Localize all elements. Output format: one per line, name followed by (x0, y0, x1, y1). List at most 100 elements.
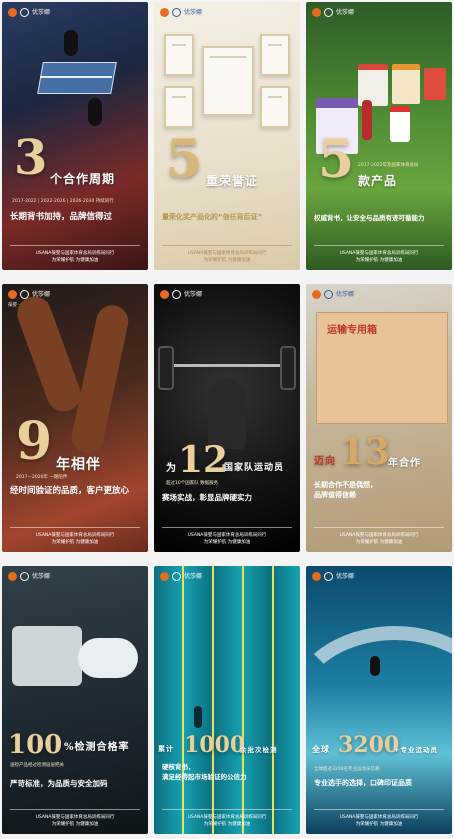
runner-leg (12, 291, 86, 417)
brand-name: 优莎娜 (184, 572, 203, 580)
partner-emblem-icon (172, 572, 181, 581)
brand-logo: 优莎娜 (8, 572, 50, 581)
years-caption: 2017-2022 | 2022-2026 | 2026-2030 持续同行 (12, 199, 114, 204)
brand-logo: 优莎娜 (312, 572, 354, 581)
player-silhouette (88, 98, 102, 126)
footer-line2: 为荣耀护航 为健康加油 (51, 258, 99, 263)
divider (10, 809, 140, 810)
years-caption: 全球超过3200名专业运动员信赖 (314, 767, 380, 772)
table-net (40, 76, 112, 78)
big-number: 1000 (184, 732, 246, 758)
poster-card-5-products[interactable]: 优莎娜 5 款产品 2017-2022年及国家体育总局 权威背书，让安全与品质有… (306, 2, 452, 270)
footer-line2: 为荣耀护航 为健康加油 (355, 540, 403, 545)
big-number: 9 (16, 411, 53, 472)
pool-lane (182, 566, 184, 834)
footer: USANA葆婴与国家体育总局训练局同行 为荣耀护航 为健康加油 (154, 814, 300, 828)
footer-line2: 为荣耀护航 为健康加油 (203, 258, 251, 263)
poster-card-100-percent[interactable]: 优莎娜 100 %检测合格率 送检产品经过检测层层把关 严苛标准，为品质与安全加… (2, 566, 148, 834)
unit-label: 年合作 (388, 458, 421, 469)
unit-label: 余批次检测 (240, 746, 278, 754)
divider (314, 809, 444, 810)
usana-emblem-icon (312, 290, 321, 299)
divider (10, 245, 140, 246)
partner-emblem-icon (172, 290, 181, 299)
certificate-frame (164, 34, 194, 76)
divider (162, 245, 292, 246)
footer: USANA葆婴与国家体育总局训练局同行 为荣耀护航 为健康加油 (306, 814, 452, 828)
prefix-label: 为 (166, 463, 177, 474)
slogan: 专业选手的选择，口碑印证品质 (314, 779, 412, 787)
poster-card-5-honors[interactable]: 优莎娜 5 重荣誉证 量荣化奖产品化的“信任背后证” USANA葆婴与国家体育总… (154, 2, 300, 270)
brand-name: 优莎娜 (184, 8, 203, 16)
unit-label: +专业运动员 (394, 746, 438, 754)
brand-name: 优莎娜 (336, 572, 355, 580)
footer: USANA葆婴与国家体育总局训练局同行 为荣耀护航 为健康加油 (154, 532, 300, 546)
years-caption: 超过10个国家队 数据服务 (166, 481, 219, 486)
footer-line1: USANA葆婴与国家体育总局训练局同行 (187, 815, 267, 820)
footer-line1: USANA葆婴与国家体育总局训练局同行 (339, 815, 419, 820)
footer-line1: USANA葆婴与国家体育总局训练局同行 (187, 251, 267, 256)
slogan: 长期合作不是偶然， 品牌值得信赖 (314, 481, 377, 499)
poster-card-9-years[interactable]: 优莎娜 葆婴 · 国家体育总局 9 年相伴 2017—2026年 一路陪伴 经时… (2, 284, 148, 552)
slogan: 长期背书加持，品牌信得过 (10, 212, 113, 222)
lab-glove (78, 638, 138, 678)
footer-line2: 为荣耀护航 为健康加油 (203, 540, 251, 545)
certificate-frame (260, 34, 290, 76)
poster-card-1000-tests[interactable]: 优莎娜 累计 1000 余批次检测 硬核背书， 满足经得起市场验证的公信力 US… (154, 566, 300, 834)
usana-emblem-icon (8, 290, 17, 299)
footer-line2: 为荣耀护航 为健康加油 (355, 258, 403, 263)
player-silhouette (64, 30, 78, 56)
barbell-plate (280, 346, 296, 390)
table-tennis-table (37, 62, 117, 94)
slogan: 严苛标准，为品质与安全加码 (10, 779, 108, 788)
unit-label: 个合作周期 (50, 172, 116, 186)
brand-name: 优莎娜 (336, 290, 355, 298)
brand-name: 优莎娜 (32, 572, 51, 580)
brand-logo: 优莎娜 (312, 290, 354, 299)
certificate-frame (260, 86, 290, 128)
footer-line2: 为荣耀护航 为健康加油 (203, 822, 251, 827)
usana-emblem-icon (160, 8, 169, 17)
surfer-silhouette (370, 656, 380, 676)
big-number: 5 (318, 129, 355, 190)
poster-card-12-athletes[interactable]: 优莎娜 为 12 国家队运动员 超过10个国家队 数据服务 赛场实战，彰显品牌硬… (154, 284, 300, 552)
footer: USANA葆婴与国家体育总局训练局同行 为荣耀护航 为健康加油 (2, 250, 148, 264)
shipping-crate: 运输专用箱 (316, 312, 448, 424)
big-number: 5 (166, 129, 203, 190)
poster-card-3-cycles[interactable]: 优莎娜 3 个合作周期 2017-2022 | 2022-2026 | 2026… (2, 2, 148, 270)
usana-emblem-icon (8, 572, 17, 581)
footer-line1: USANA葆婴与国家体育总局训练局同行 (35, 251, 115, 256)
divider (162, 809, 292, 810)
unit-label: 年相伴 (56, 457, 101, 473)
divider (314, 527, 444, 528)
usana-emblem-icon (312, 8, 321, 17)
product-bottle (362, 100, 372, 140)
unit-label: 款产品 (358, 174, 398, 188)
footer-line1: USANA葆婴与国家体育总局训练局同行 (35, 815, 115, 820)
partner-emblem-icon (172, 8, 181, 17)
poster-card-13-years[interactable]: 优莎娜 运输专用箱 迈向 13 年合作 长期合作不是偶然， 品牌值得信赖 USA… (306, 284, 452, 552)
crate-label: 运输专用箱 (327, 325, 377, 336)
slogan: 量荣化奖产品化的“信任背后证” (162, 213, 263, 221)
certificate-frame (164, 86, 194, 128)
usana-emblem-icon (160, 572, 169, 581)
divider (162, 527, 292, 528)
footer: USANA葆婴与国家体育总局训练局同行 为荣耀护航 为健康加油 (2, 814, 148, 828)
poster-grid: 优莎娜 3 个合作周期 2017-2022 | 2022-2026 | 2026… (0, 0, 454, 839)
swimmer-silhouette (194, 706, 202, 728)
usana-emblem-icon (160, 290, 169, 299)
partner-emblem-icon (20, 572, 29, 581)
runner-leg (68, 302, 132, 456)
footer-line1: USANA葆婴与国家体育总局训练局同行 (187, 533, 267, 538)
barbell-plate (158, 346, 174, 390)
divider (10, 527, 140, 528)
usana-emblem-icon (312, 572, 321, 581)
brand-name: 优莎娜 (32, 8, 51, 16)
years-caption: 2017—2026年 一路陪伴 (16, 475, 68, 480)
partner-emblem-icon (324, 572, 333, 581)
big-number: 3 (14, 130, 48, 186)
unit-label: 重荣誉证 (206, 174, 259, 188)
poster-card-3200-athletes[interactable]: 优莎娜 全球 3200 +专业运动员 全球超过3200名专业运动员信赖 专业选手… (306, 566, 452, 834)
brand-logo: 优莎娜 (160, 572, 202, 581)
product-box (392, 64, 420, 104)
